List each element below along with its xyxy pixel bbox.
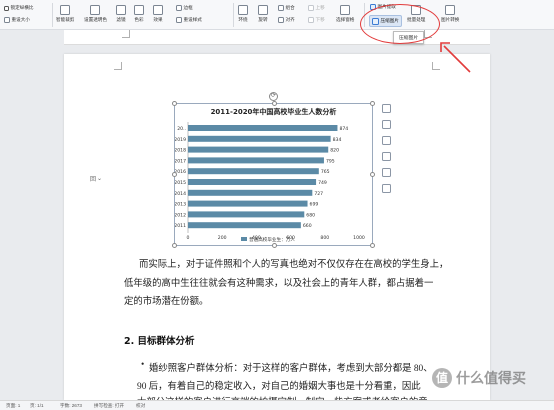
picture-preview-icon[interactable] <box>381 152 391 161</box>
wrap-button[interactable]: 环绕 <box>238 5 248 23</box>
resize-handle[interactable] <box>272 101 277 106</box>
filter-icon <box>116 5 126 15</box>
rotate-handle-icon[interactable]: ⟳ <box>269 92 278 101</box>
highlight-ellipse <box>360 4 440 44</box>
reset-style-button[interactable]: 重设样式 <box>176 17 202 23</box>
border-icon <box>176 5 182 11</box>
watermark-text: 什么值得买 <box>456 370 526 386</box>
chevron-down-icon: ⌄ <box>97 176 103 182</box>
paragraph-line: 90 后，有着自己的稳定收入，对自己的婚姻大事也是十分看重，因此 <box>137 382 421 392</box>
reset-size-button[interactable]: 重设大小 <box>4 17 30 23</box>
move-down-button[interactable]: 下移 <box>308 17 325 23</box>
floating-image-toolbar <box>380 104 392 193</box>
image-convert-button[interactable]: 图片转换 <box>441 5 459 23</box>
resize-handle[interactable] <box>370 243 375 248</box>
transparent-color-button[interactable]: 设置透明色 <box>84 5 107 23</box>
reset-style-icon <box>176 17 182 23</box>
color-icon <box>134 5 144 15</box>
site-watermark: 值 什么值得买 <box>432 368 526 388</box>
paragraph-line: 而实际上，对于证件照和个人的写真也绝对不仅仅存在在高校的学生身上， <box>139 260 449 270</box>
smart-crop-button[interactable]: 智能裁剪 <box>56 5 74 23</box>
section-heading: 2. 目标群体分析 <box>124 336 195 347</box>
paragraph-line: 低年级的高中生往往就会有这种需求，以及社会上的青年人群，都占据着一 <box>124 279 434 289</box>
rotate-icon <box>258 5 268 15</box>
wrap-icon <box>238 5 248 15</box>
down-layer-icon <box>308 17 314 23</box>
reset-size-icon <box>4 17 10 23</box>
convert-icon <box>445 5 456 15</box>
paragraph-line: 婚纱照客户群体分析：对于这样的客户群体，考虑到大部分都是 80、 <box>149 364 433 374</box>
paragraph-marker[interactable]: 回 ⌄ <box>90 174 102 183</box>
outline-button[interactable]: 边框 <box>176 5 193 11</box>
rotate-button[interactable]: 旋转 <box>258 5 268 23</box>
status-words[interactable]: 字数: 2673 <box>60 403 82 409</box>
resize-handle[interactable] <box>172 172 177 177</box>
up-layer-icon <box>308 5 314 11</box>
divider <box>233 3 234 27</box>
crop-icon[interactable] <box>381 120 391 129</box>
checkbox-icon <box>4 5 9 11</box>
status-spellcheck[interactable]: 拼写检查: 打开 <box>94 403 124 409</box>
status-pages[interactable]: 页: 1/1 <box>30 403 44 409</box>
lock-ratio-checkbox[interactable]: 锁定纵横比 <box>4 5 33 11</box>
group-button[interactable]: 组合 <box>278 5 295 11</box>
move-up-button[interactable]: 上移 <box>308 5 325 11</box>
margin-corner <box>122 30 130 38</box>
image-selection-frame <box>172 101 375 248</box>
effect-button[interactable]: 效果 <box>153 5 163 23</box>
paragraph-line: 定的市场潜在份额。 <box>124 297 209 307</box>
status-bar: 页面: 1 页: 1/1 字数: 2673 拼写检查: 打开 校对 <box>0 400 554 410</box>
group-icon <box>278 5 284 11</box>
margin-corner <box>432 62 440 70</box>
resize-handle[interactable] <box>172 101 177 106</box>
layout-options-icon[interactable] <box>381 104 391 113</box>
transparent-icon <box>90 5 101 15</box>
picture-tools-ribbon: 锁定纵横比 重设大小 智能裁剪 设置透明色 滤镜 色彩 效果 边框 重设样式 环… <box>0 0 554 30</box>
more-icon[interactable] <box>381 168 391 177</box>
align-button[interactable]: 对齐 <box>278 17 295 23</box>
resize-handle[interactable] <box>272 243 277 248</box>
align-icon <box>278 17 284 23</box>
resize-handle[interactable] <box>370 101 375 106</box>
divider <box>52 3 53 27</box>
ocr-icon[interactable] <box>381 184 391 193</box>
status-proofread[interactable]: 校对 <box>136 403 145 409</box>
color-button[interactable]: 色彩 <box>134 5 144 23</box>
bullet-marker: • <box>141 360 145 370</box>
select-pane-button[interactable]: 选择窗格 <box>336 5 354 23</box>
zoom-in-icon[interactable] <box>381 136 391 145</box>
status-page[interactable]: 页面: 1 <box>6 403 20 409</box>
resize-handle[interactable] <box>370 172 375 177</box>
crop-icon <box>60 5 71 15</box>
resize-handle[interactable] <box>172 243 177 248</box>
effect-icon <box>153 5 163 15</box>
margin-corner <box>114 62 122 70</box>
select-pane-icon <box>340 5 351 15</box>
watermark-logo: 值 <box>432 368 452 388</box>
filter-button[interactable]: 滤镜 <box>116 5 126 23</box>
